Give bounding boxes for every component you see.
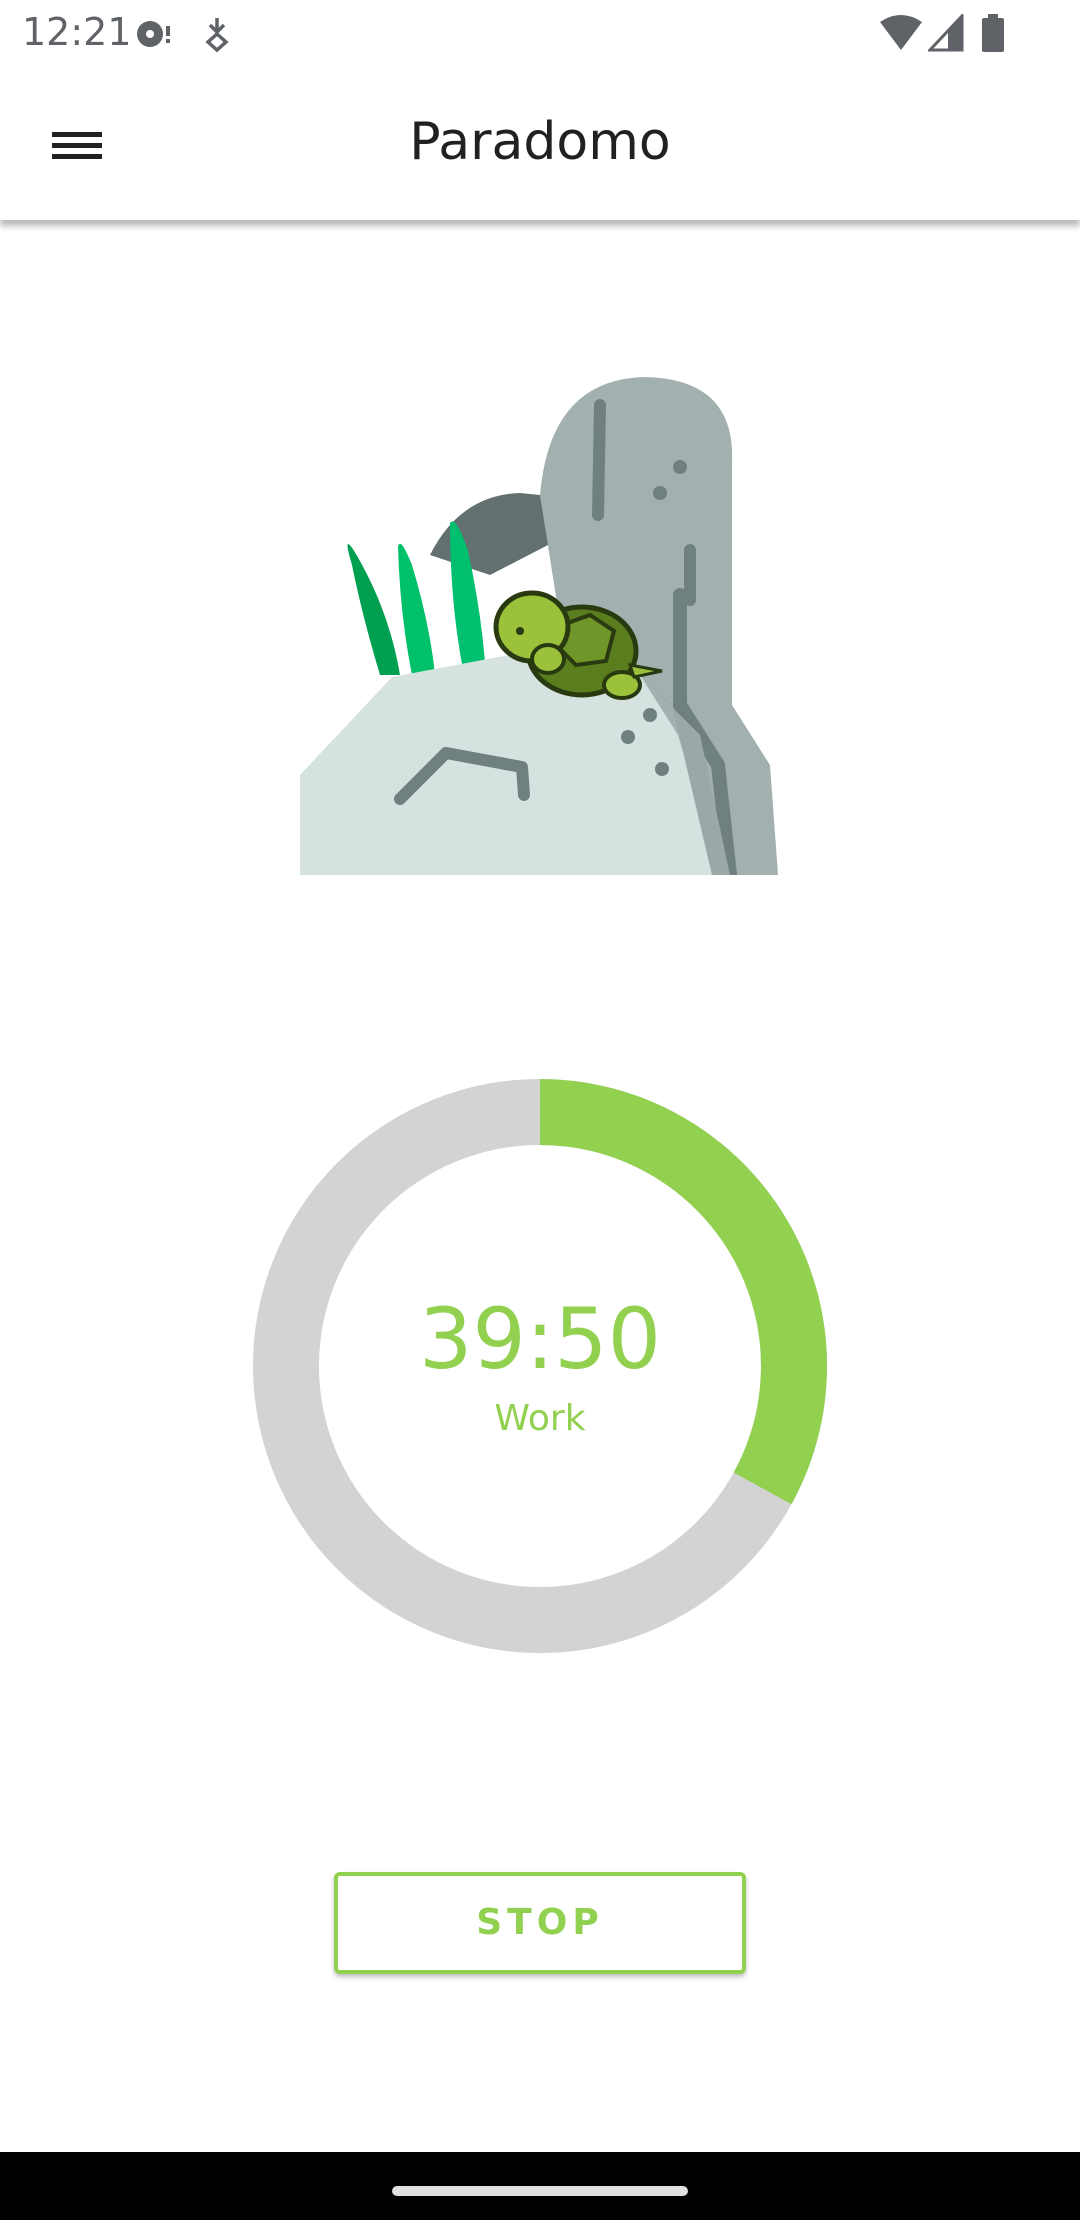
timer-mode-label: Work [494,1398,586,1439]
timer-countdown: 39:50 [418,1290,662,1388]
download-icon [202,14,232,54]
app-title: Paradomo [409,112,671,172]
turtle-rock-illustration [300,375,782,882]
stop-button[interactable]: STOP [334,1872,746,1974]
battery-icon [980,14,1006,54]
app-bar: Paradomo [0,66,1080,220]
media-icon [134,14,176,54]
home-gesture-handle[interactable] [392,2186,688,2196]
status-time: 12:21 [22,10,132,54]
status-bar: 12:21 [0,0,1080,66]
signal-icon [926,12,964,54]
navigation-bar [0,2152,1080,2220]
wifi-icon [878,14,924,54]
